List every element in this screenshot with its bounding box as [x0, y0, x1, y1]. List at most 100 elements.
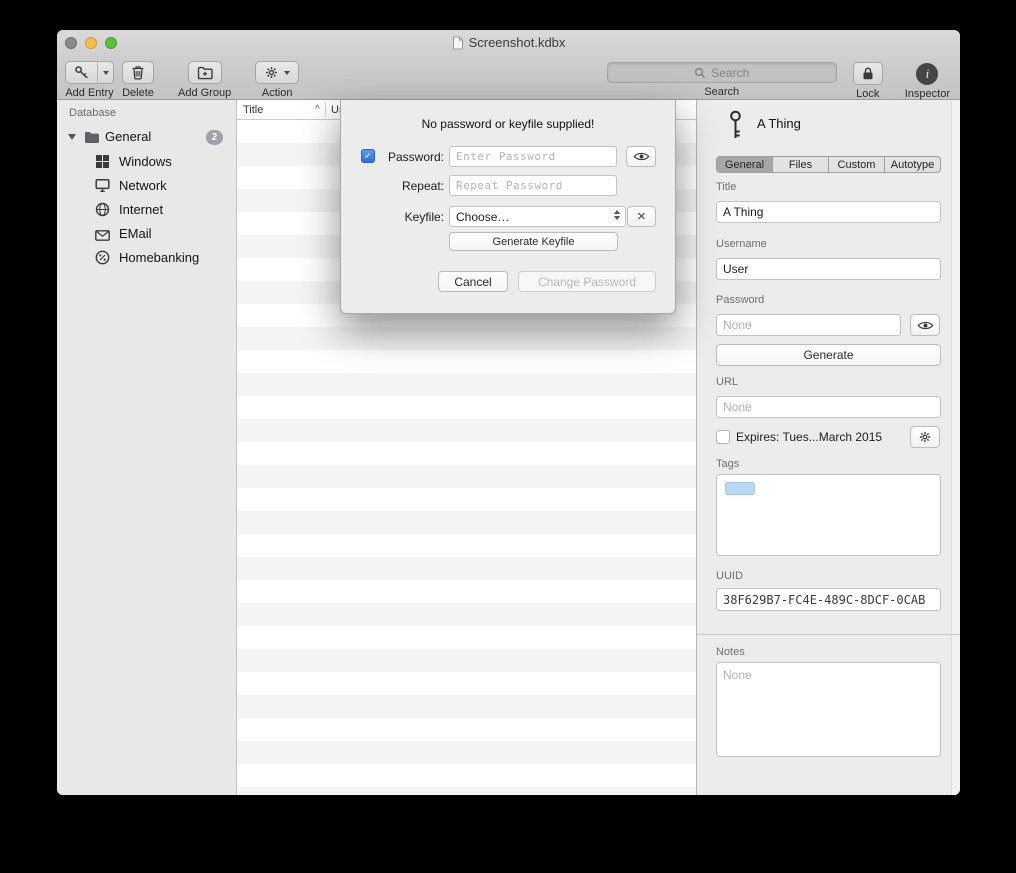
sidebar-item-homebanking[interactable]: Homebanking	[57, 246, 236, 270]
search-label: Search	[704, 86, 739, 98]
keyfile-popup[interactable]: Choose…	[449, 206, 626, 227]
password-label: Password:	[377, 150, 444, 164]
tab-custom[interactable]: Custom	[829, 157, 885, 172]
search-icon	[694, 67, 706, 79]
keyfile-label: Keyfile:	[377, 210, 444, 224]
sidebar-item-label: Windows	[119, 154, 172, 169]
sidebar-item-label: Internet	[119, 202, 163, 217]
toolbar: Add Entry Delete Add Group Action	[57, 57, 960, 100]
sidebar-item-windows[interactable]: Windows	[57, 150, 236, 174]
generate-keyfile-button[interactable]: Generate Keyfile	[449, 232, 618, 251]
chevron-down-icon	[284, 71, 290, 75]
notes-box[interactable]: None	[716, 662, 941, 757]
password-field[interactable]: None	[716, 314, 901, 336]
sidebar: Database General 2 Windows Network	[57, 100, 237, 795]
repeat-input[interactable]: Repeat Password	[449, 175, 617, 196]
tag-chip[interactable]	[725, 482, 755, 495]
action-button[interactable]	[255, 61, 299, 84]
tags-box[interactable]	[716, 474, 941, 556]
folder-icon	[84, 131, 100, 149]
repeat-label: Repeat:	[377, 179, 444, 193]
column-divider[interactable]	[325, 102, 326, 117]
url-field[interactable]: None	[716, 396, 941, 418]
expires-settings-button[interactable]	[910, 426, 940, 448]
change-password-sheet: No password or keyfile supplied! ✓ Passw…	[340, 100, 676, 314]
column-header-title[interactable]: Title	[243, 104, 263, 116]
disclosure-triangle-icon[interactable]	[68, 134, 76, 140]
repeat-input-placeholder: Repeat Password	[456, 179, 563, 192]
toolbar-search: Search Search	[607, 62, 837, 98]
password-field-label: Password	[716, 294, 764, 306]
password-input-placeholder: Enter Password	[456, 150, 556, 163]
reveal-password-button[interactable]	[626, 146, 656, 167]
tags-label: Tags	[716, 458, 739, 470]
clear-keyfile-button[interactable]: ×	[627, 206, 656, 227]
sheet-message: No password or keyfile supplied!	[341, 117, 675, 131]
key-icon	[74, 65, 89, 80]
add-group-button[interactable]	[188, 61, 222, 84]
inspector-button[interactable]: i	[916, 63, 938, 85]
toolbar-inspector: i Inspector	[905, 62, 950, 100]
search-input[interactable]: Search	[607, 62, 837, 83]
toolbar-right: Search Search Lock i Inspector	[607, 62, 950, 100]
gear-icon	[918, 430, 932, 444]
action-label: Action	[262, 87, 293, 99]
add-entry-dropdown[interactable]	[98, 61, 114, 84]
sidebar-item-label: Homebanking	[119, 250, 199, 265]
titlebar[interactable]: Screenshot.kdbx	[57, 30, 960, 57]
title-field-label: Title	[716, 181, 736, 193]
url-placeholder: None	[723, 400, 752, 414]
add-entry-label: Add Entry	[65, 87, 113, 99]
expires-label: Expires: Tues...March 2015	[736, 430, 882, 444]
inspector-panel: A Thing General Files Custom Autotype Ti…	[696, 100, 960, 795]
sidebar-item-internet[interactable]: Internet	[57, 198, 236, 222]
delete-label: Delete	[122, 87, 154, 99]
toolbar-lock: Lock	[853, 62, 883, 100]
toolbar-delete: Delete	[122, 61, 154, 99]
document-icon	[452, 36, 464, 50]
notes-label: Notes	[716, 646, 745, 658]
password-checkbox[interactable]: ✓	[361, 149, 375, 163]
add-group-label: Add Group	[178, 87, 231, 99]
generate-password-button[interactable]: Generate	[716, 344, 941, 366]
url-field-label: URL	[716, 376, 738, 388]
key-icon	[728, 110, 743, 143]
cancel-button[interactable]: Cancel	[438, 271, 508, 292]
notes-placeholder: None	[723, 668, 752, 682]
uuid-field[interactable]: 38F629B7-FC4E-489C-8DCF-0CAB	[716, 588, 941, 611]
tab-files[interactable]: Files	[773, 157, 829, 172]
inspector-tabs: General Files Custom Autotype	[716, 156, 941, 173]
username-field[interactable]: User	[716, 258, 941, 280]
tab-autotype[interactable]: Autotype	[885, 157, 940, 172]
globe-icon	[95, 202, 110, 222]
sidebar-item-email[interactable]: EMail	[57, 222, 236, 246]
sidebar-item-general[interactable]: General 2	[57, 126, 236, 149]
password-placeholder: None	[723, 318, 752, 332]
inspector-scrollbar[interactable]	[951, 100, 960, 795]
uuid-label: UUID	[716, 570, 743, 582]
email-icon	[95, 228, 110, 246]
windows-icon	[95, 154, 110, 174]
expires-checkbox[interactable]	[716, 430, 730, 444]
check-icon: ✓	[364, 151, 372, 162]
username-value: User	[723, 262, 748, 276]
toolbar-add-group: Add Group	[178, 61, 231, 99]
generate-keyfile-label: Generate Keyfile	[493, 236, 575, 248]
eye-icon	[633, 151, 650, 162]
title-field[interactable]: A Thing	[716, 201, 941, 223]
trash-icon	[131, 65, 145, 80]
cancel-label: Cancel	[454, 275, 491, 289]
change-password-button[interactable]: Change Password	[518, 271, 656, 292]
gear-icon	[264, 65, 279, 80]
tab-general[interactable]: General	[717, 157, 773, 172]
lock-button[interactable]	[853, 62, 883, 85]
sidebar-item-network[interactable]: Network	[57, 174, 236, 198]
password-input[interactable]: Enter Password	[449, 146, 617, 167]
lock-icon	[861, 66, 875, 81]
toolbar-left: Add Entry Delete Add Group Action	[65, 61, 299, 99]
delete-button[interactable]	[122, 61, 154, 84]
add-entry-button[interactable]	[65, 61, 98, 84]
reveal-password-button[interactable]	[910, 314, 940, 336]
popup-stepper-icon	[614, 210, 620, 220]
entry-title: A Thing	[757, 116, 801, 131]
